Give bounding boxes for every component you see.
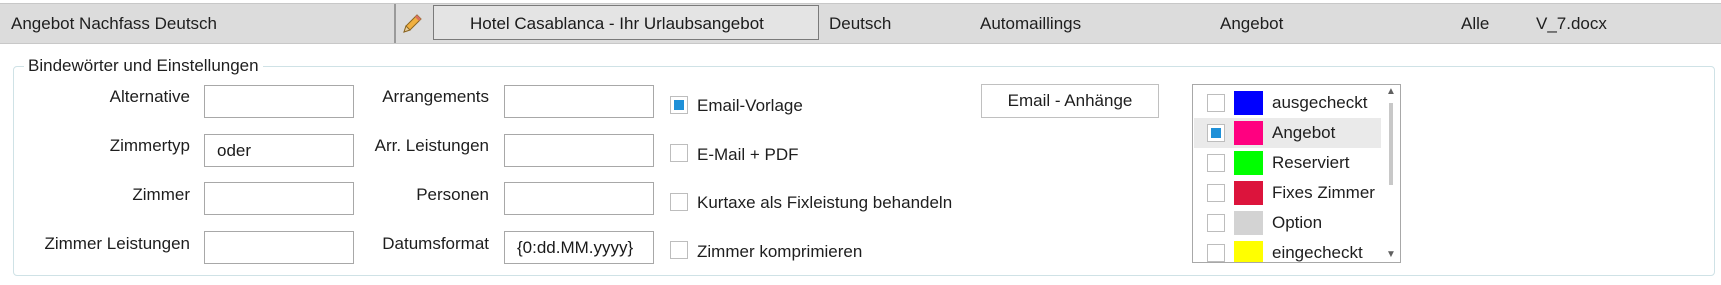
arrangements-input[interactable] bbox=[504, 85, 654, 118]
list-item[interactable]: ausgecheckt bbox=[1194, 88, 1381, 118]
datumsformat-input[interactable]: {0:dd.MM.yyyy} bbox=[504, 231, 654, 264]
email-vorlage-checkbox[interactable] bbox=[670, 96, 688, 114]
zimmer-input[interactable] bbox=[204, 182, 354, 215]
email-pdf-label: E-Mail + PDF bbox=[697, 145, 799, 164]
list-item[interactable]: Reserviert bbox=[1194, 148, 1381, 178]
language-cell: Deutsch bbox=[829, 14, 892, 33]
zimmer-label: Zimmer bbox=[132, 185, 190, 204]
personen-input[interactable] bbox=[504, 182, 654, 215]
zimmer-leistungen-label: Zimmer Leistungen bbox=[44, 234, 190, 253]
scroll-up-icon[interactable]: ▲ bbox=[1386, 87, 1396, 97]
color-swatch bbox=[1234, 91, 1263, 115]
personen-label: Personen bbox=[416, 185, 489, 204]
kurtaxe-checkbox[interactable] bbox=[670, 193, 688, 211]
zimmer-komprimieren-checkbox[interactable] bbox=[670, 241, 688, 259]
listbox-scrollbar[interactable]: ▲ ▼ bbox=[1382, 85, 1400, 262]
kurtaxe-label: Kurtaxe als Fixleistung behandeln bbox=[697, 193, 953, 212]
item-checkbox[interactable] bbox=[1207, 244, 1225, 262]
datumsformat-label: Datumsformat bbox=[382, 234, 489, 253]
zimmertyp-input[interactable]: oder bbox=[204, 134, 354, 167]
item-checkbox[interactable] bbox=[1207, 184, 1225, 202]
color-swatch bbox=[1234, 121, 1263, 145]
item-checkbox[interactable] bbox=[1207, 154, 1225, 172]
zimmer-komprimieren-label: Zimmer komprimieren bbox=[697, 242, 863, 261]
item-label: eingecheckt bbox=[1272, 243, 1363, 262]
item-label: Angebot bbox=[1272, 123, 1336, 142]
color-swatch bbox=[1234, 241, 1263, 262]
arrangements-label: Arrangements bbox=[382, 87, 489, 106]
zimmertyp-label: Zimmertyp bbox=[109, 136, 190, 155]
settings-group-title: Bindewörter und Einstellungen bbox=[24, 55, 263, 77]
item-label: Fixes Zimmer bbox=[1272, 183, 1375, 202]
item-checkbox[interactable] bbox=[1207, 124, 1225, 142]
list-item[interactable]: Angebot bbox=[1194, 118, 1381, 148]
color-swatch bbox=[1234, 181, 1263, 205]
scroll-thumb[interactable] bbox=[1389, 103, 1393, 185]
alternative-label: Alternative bbox=[109, 87, 190, 106]
column-divider bbox=[394, 4, 396, 43]
scroll-down-icon[interactable]: ▼ bbox=[1386, 250, 1396, 260]
subject-field[interactable]: Hotel Casablanca - Ihr Urlaubsangebot bbox=[433, 5, 819, 40]
pencil-icon[interactable] bbox=[400, 12, 424, 36]
email-pdf-checkbox[interactable] bbox=[670, 144, 688, 162]
item-checkbox[interactable] bbox=[1207, 94, 1225, 112]
item-checkbox[interactable] bbox=[1207, 214, 1225, 232]
list-item[interactable]: eingecheckt bbox=[1194, 238, 1381, 262]
status-listbox[interactable]: ausgecheckt Angebot Reserviert Fixes Zim… bbox=[1192, 84, 1401, 263]
item-label: Reserviert bbox=[1272, 153, 1350, 172]
file-cell: V_7.docx bbox=[1536, 14, 1607, 33]
template-row[interactable]: Angebot Nachfass Deutsch Hotel Casablanc… bbox=[0, 3, 1721, 44]
email-attachments-button[interactable]: Email - Anhänge bbox=[981, 84, 1159, 118]
item-label: ausgecheckt bbox=[1272, 93, 1368, 112]
item-label: Option bbox=[1272, 213, 1323, 232]
color-swatch bbox=[1234, 211, 1263, 235]
zimmer-leistungen-input[interactable] bbox=[204, 231, 354, 264]
scope-cell: Alle bbox=[1461, 14, 1490, 33]
color-swatch bbox=[1234, 151, 1263, 175]
list-item[interactable]: Option bbox=[1194, 208, 1381, 238]
alternative-input[interactable] bbox=[204, 85, 354, 118]
category-cell: Automaillings bbox=[980, 14, 1082, 33]
type-cell: Angebot bbox=[1220, 14, 1284, 33]
email-vorlage-label: Email-Vorlage bbox=[697, 96, 803, 115]
arr-leistungen-input[interactable] bbox=[504, 134, 654, 167]
subject-text: Hotel Casablanca - Ihr Urlaubsangebot bbox=[470, 14, 764, 33]
list-item[interactable]: Fixes Zimmer bbox=[1194, 178, 1381, 208]
template-name-cell: Angebot Nachfass Deutsch bbox=[11, 14, 218, 33]
arr-leistungen-label: Arr. Leistungen bbox=[374, 136, 489, 155]
